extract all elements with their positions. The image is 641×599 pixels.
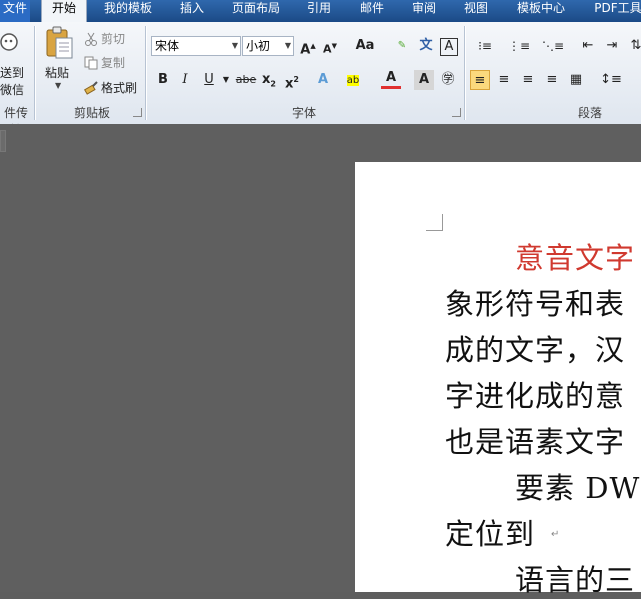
send-to-wechat-line1[interactable]: 送到 (0, 64, 24, 81)
numbering-icon[interactable]: ⋮≡ (506, 36, 532, 56)
font-color-icon[interactable]: A (381, 70, 401, 89)
cut-button[interactable]: 剪切 (101, 30, 125, 47)
enclose-characters-icon[interactable]: ㊫ (438, 70, 458, 90)
font-size-value: 小初 (246, 39, 271, 53)
doc-line-4[interactable]: 字进化成的意 (445, 373, 625, 415)
superscript-icon[interactable]: x2 (282, 70, 302, 91)
tab-home[interactable]: 开始 (41, 0, 87, 24)
line-spacing-icon[interactable]: ↕≡ (598, 70, 624, 90)
send-to-wechat-line2[interactable]: 微信 (0, 81, 24, 98)
copy-icon (84, 55, 98, 70)
multilevel-list-icon[interactable]: ⋱≡ (540, 36, 566, 56)
align-center-icon[interactable]: ≡ (494, 70, 514, 90)
doc-line-2[interactable]: 象形符号和表 (445, 281, 625, 323)
clipboard-dialog-launcher-icon[interactable] (133, 108, 142, 117)
chevron-down-icon: ▼ (284, 41, 291, 50)
paste-dropdown-arrow[interactable]: ▼ (55, 81, 61, 90)
font-dialog-launcher-icon[interactable] (452, 108, 461, 117)
doc-line-6[interactable]: 要素 DW (515, 465, 640, 507)
font-size-select[interactable]: 小初 ▼ (242, 36, 294, 56)
paste-button[interactable]: 粘贴 (45, 64, 69, 81)
doc-line-3[interactable]: 成的文字，汉 (445, 327, 625, 369)
chevron-down-icon[interactable]: ▼ (216, 70, 236, 90)
bold-icon[interactable]: B (153, 70, 173, 90)
wechat-icon[interactable] (0, 30, 24, 54)
align-left-icon[interactable]: ≡ (470, 70, 490, 90)
paragraph-mark-icon: ↵ (551, 529, 560, 540)
character-border-icon[interactable]: A (440, 38, 458, 56)
group-label-font: 字体 (291, 106, 316, 120)
strikethrough-icon[interactable]: abe (234, 70, 258, 90)
ribbon: 送到 微信 件传输 粘贴 ▼ 剪切 复制 格式刷 剪贴板 宋体 ▼ 小初 ▼ A… (0, 22, 641, 137)
ribbon-tab-bar: 文件 开始 我的模板 插入 页面布局 引用 邮件 审阅 视图 模板中心 PDF工… (0, 0, 641, 24)
highlight-icon[interactable]: ab (343, 70, 363, 90)
paste-icon[interactable] (44, 26, 74, 60)
align-right-icon[interactable]: ≡ (518, 70, 538, 90)
chevron-down-icon: ▼ (231, 41, 238, 50)
tab-insert[interactable]: 插入 (172, 0, 212, 22)
tab-page-layout[interactable]: 页面布局 (224, 0, 288, 22)
tab-references[interactable]: 引用 (299, 0, 339, 22)
format-painter-button[interactable]: 格式刷 (101, 79, 137, 96)
subscript-icon[interactable]: x2 (259, 70, 279, 90)
format-painter-icon (83, 80, 98, 95)
tab-pdf-tools[interactable]: PDF工具 (588, 0, 641, 22)
group-label-paragraph: 段落 (577, 106, 602, 120)
doc-line-7[interactable]: 定位到 (445, 511, 535, 553)
group-label-clipboard: 剪贴板 (73, 106, 110, 120)
ruler-toggle[interactable] (0, 130, 6, 152)
increase-indent-icon[interactable]: ⇥ (602, 36, 622, 56)
clear-formatting-icon[interactable]: ✎ (392, 36, 412, 56)
justify-icon[interactable]: ≡ (542, 70, 562, 90)
copy-button[interactable]: 复制 (101, 54, 125, 71)
change-case-label: Aa (355, 38, 375, 53)
sort-icon[interactable]: ⇅ (626, 36, 641, 56)
phonetic-guide-icon[interactable]: 文 (416, 36, 436, 56)
tab-review[interactable]: 审阅 (404, 0, 444, 22)
divider (34, 26, 35, 120)
character-shading-icon[interactable]: A (414, 70, 434, 90)
tab-template-center[interactable]: 模板中心 (510, 0, 572, 22)
grow-font-icon[interactable]: A▲ (298, 36, 318, 57)
distributed-icon[interactable]: ▦ (566, 70, 586, 90)
document-page[interactable]: 意音文字 象形符号和表 成的文字，汉 字进化成的意 也是语素文字 要素 DW 定… (355, 162, 641, 597)
doc-line-8[interactable]: 语言的三 (515, 557, 635, 599)
shrink-font-icon[interactable]: A▼ (320, 36, 340, 56)
decrease-indent-icon[interactable]: ⇤ (578, 36, 598, 56)
font-name-value: 宋体 (155, 39, 180, 53)
tab-file[interactable]: 文件 (0, 0, 30, 22)
scissors-icon (84, 31, 98, 46)
change-case-button[interactable]: Aa (352, 36, 378, 56)
font-name-select[interactable]: 宋体 ▼ (151, 36, 241, 56)
doc-line-5[interactable]: 也是语素文字 (445, 419, 625, 461)
text-effects-icon[interactable]: A (313, 70, 333, 90)
tab-mailings[interactable]: 邮件 (352, 0, 392, 22)
tab-view[interactable]: 视图 (456, 0, 496, 22)
tab-my-templates[interactable]: 我的模板 (96, 0, 160, 22)
bullets-icon[interactable]: ⁝≡ (472, 36, 498, 56)
margin-corner-marker (426, 214, 443, 231)
doc-line-1[interactable]: 意音文字 (515, 235, 635, 277)
group-label-file-transfer: 件传输 (3, 106, 28, 137)
italic-icon[interactable]: I (175, 70, 195, 90)
